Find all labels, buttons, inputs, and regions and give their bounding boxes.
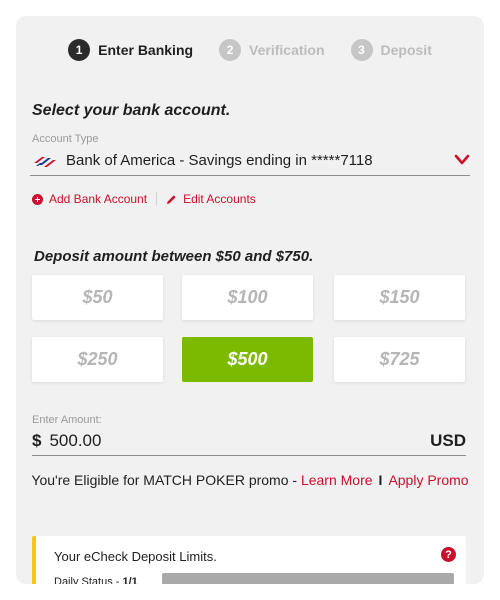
bank-of-america-flag-icon bbox=[34, 156, 56, 167]
help-icon[interactable]: ? bbox=[441, 547, 456, 562]
amount-option-250[interactable]: $250 bbox=[32, 337, 163, 382]
amount-option-50[interactable]: $50 bbox=[32, 275, 163, 320]
step-deposit: 3 Deposit bbox=[350, 38, 432, 62]
daily-status: Daily Status - 1/1 bbox=[54, 576, 138, 584]
link-divider bbox=[156, 192, 158, 206]
progress-stepper: 1 Enter Banking 2 Verification 3 Deposit bbox=[16, 38, 484, 62]
currency-code: USD bbox=[430, 431, 466, 450]
step-label: Enter Banking bbox=[98, 42, 194, 58]
step-label: Verification bbox=[249, 42, 325, 58]
promo-eligibility: You're Eligible for MATCH POKER promo - … bbox=[16, 472, 484, 488]
edit-accounts-link[interactable]: Edit Accounts bbox=[166, 192, 256, 206]
amount-option-725[interactable]: $725 bbox=[334, 337, 465, 382]
deposit-range-heading: Deposit amount between $50 and $750. bbox=[34, 248, 314, 265]
limits-title: Your eCheck Deposit Limits. bbox=[54, 549, 217, 564]
promo-text: You're Eligible for MATCH POKER promo - bbox=[31, 472, 301, 488]
step-label: Deposit bbox=[380, 42, 432, 58]
bank-account-select[interactable]: Bank of America - Savings ending in ****… bbox=[30, 146, 470, 176]
step-number: 1 bbox=[68, 39, 91, 61]
apply-promo-link[interactable]: Apply Promo bbox=[388, 472, 468, 488]
deposit-panel: 1 Enter Banking 2 Verification 3 Deposit… bbox=[16, 16, 484, 584]
step-number: 2 bbox=[219, 39, 242, 61]
enter-amount-label: Enter Amount: bbox=[32, 414, 102, 426]
amount-options-grid: $50 $100 $150 $250 $500 $725 bbox=[32, 275, 466, 385]
daily-status-value: 1/1 bbox=[122, 576, 138, 584]
chevron-down-icon[interactable] bbox=[454, 154, 470, 166]
daily-status-label: Daily Status - bbox=[54, 576, 123, 584]
step-number: 3 bbox=[350, 39, 373, 61]
step-verification: 2 Verification bbox=[219, 38, 325, 62]
deposit-limits-card: Your eCheck Deposit Limits. ? Daily Stat… bbox=[32, 536, 466, 584]
amount-option-100[interactable]: $100 bbox=[182, 275, 313, 320]
amount-field: $ USD bbox=[32, 426, 466, 456]
account-links: Add Bank Account Edit Accounts bbox=[32, 192, 256, 206]
amount-input[interactable] bbox=[49, 430, 250, 451]
add-bank-account-link[interactable]: Add Bank Account bbox=[32, 192, 147, 206]
select-bank-heading: Select your bank account. bbox=[32, 102, 231, 119]
pencil-icon bbox=[167, 194, 176, 204]
promo-separator: I bbox=[378, 472, 383, 488]
amount-option-150[interactable]: $150 bbox=[334, 275, 465, 320]
add-circle-icon bbox=[32, 193, 43, 205]
add-bank-account-label: Add Bank Account bbox=[49, 192, 148, 206]
currency-symbol: $ bbox=[32, 430, 42, 450]
edit-accounts-label: Edit Accounts bbox=[183, 192, 256, 206]
amount-option-500[interactable]: $500 bbox=[182, 337, 313, 382]
daily-status-bar bbox=[162, 573, 454, 584]
step-enter-banking: 1 Enter Banking bbox=[68, 38, 193, 62]
learn-more-link[interactable]: Learn More bbox=[301, 472, 373, 488]
account-type-label: Account Type bbox=[32, 133, 99, 145]
selected-account-value: Bank of America - Savings ending in ****… bbox=[66, 152, 373, 169]
